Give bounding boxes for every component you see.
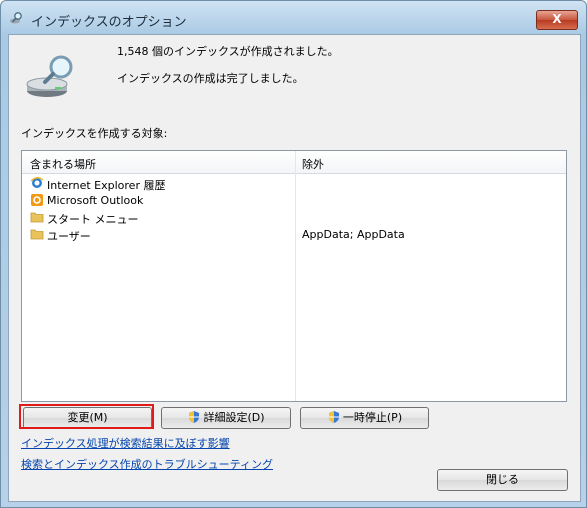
title-bar[interactable]: インデックスのオプション X bbox=[1, 1, 586, 35]
location-name: スタート メニュー bbox=[47, 213, 139, 226]
uac-shield-icon bbox=[328, 411, 339, 423]
outlook-icon bbox=[31, 194, 43, 206]
column-header-exclude[interactable]: 除外 bbox=[302, 156, 324, 172]
indexing-drive-icon bbox=[26, 55, 73, 97]
included-locations-table[interactable]: 含まれる場所 除外 Internet Explorer 履歴 Microsoft bbox=[21, 150, 567, 402]
uac-shield-icon bbox=[189, 411, 200, 423]
indexing-status-message: インデックスの作成は完了しました。 bbox=[117, 72, 304, 85]
location-name: ユーザー bbox=[47, 230, 91, 243]
modify-button-highlight bbox=[19, 404, 154, 429]
pause-button[interactable]: 一時停止(P) bbox=[300, 407, 429, 429]
folder-icon bbox=[30, 212, 44, 223]
indexed-count-message: 1,548 個のインデックスが作成されました。 bbox=[117, 45, 339, 58]
location-name: Microsoft Outlook bbox=[47, 194, 144, 207]
advanced-button[interactable]: 詳細設定(D) bbox=[161, 407, 291, 429]
dialog-body: 1,548 個のインデックスが作成されました。 インデックスの作成は完了しました… bbox=[8, 34, 581, 502]
location-name: Internet Explorer 履歴 bbox=[47, 179, 166, 192]
close-window-button[interactable]: X bbox=[536, 10, 578, 30]
exclude-value: AppData; AppData bbox=[302, 228, 405, 241]
folder-icon bbox=[30, 229, 44, 240]
table-row[interactable]: ユーザー AppData; AppData bbox=[22, 226, 566, 243]
column-header-location[interactable]: 含まれる場所 bbox=[30, 156, 96, 172]
advanced-button-label: 詳細設定(D) bbox=[203, 411, 265, 424]
indexing-options-icon bbox=[10, 12, 22, 24]
troubleshoot-link[interactable]: 検索とインデックス作成のトラブルシューティング bbox=[21, 456, 273, 472]
table-row[interactable]: スタート メニュー bbox=[22, 209, 566, 226]
indexing-options-window: インデックスのオプション X 1,548 個のインデックスが作成されました。 イ… bbox=[0, 0, 587, 508]
table-row[interactable]: Microsoft Outlook bbox=[22, 192, 566, 209]
close-icon: X bbox=[552, 12, 562, 26]
table-header: 含まれる場所 除外 bbox=[22, 151, 566, 174]
close-button[interactable]: 閉じる bbox=[437, 469, 568, 491]
indexing-impact-link[interactable]: インデックス処理が検索結果に及ぼす影響 bbox=[21, 435, 230, 451]
pause-button-label: 一時停止(P) bbox=[342, 411, 403, 424]
window-title: インデックスのオプション bbox=[31, 15, 187, 30]
included-locations-label: インデックスを作成する対象: bbox=[21, 127, 168, 140]
table-row[interactable]: Internet Explorer 履歴 bbox=[22, 175, 566, 192]
internet-explorer-icon bbox=[30, 177, 44, 188]
